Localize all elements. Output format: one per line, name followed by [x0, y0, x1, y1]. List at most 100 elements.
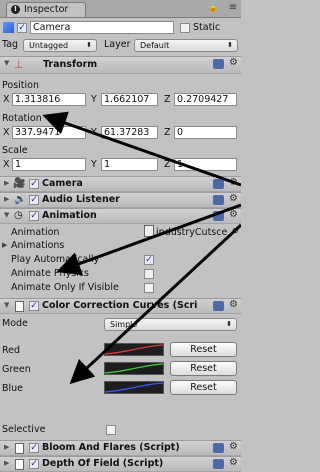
mode-dropdown[interactable]: Simple ⬍: [104, 318, 237, 331]
audio-listener-component-header[interactable]: ▶ 🔊 ✓ Audio Listener ⚙: [0, 192, 241, 208]
scale-x-field[interactable]: 1: [12, 158, 86, 171]
scale-z-field[interactable]: 1: [174, 158, 237, 171]
rotation-x-axis[interactable]: X: [3, 127, 10, 138]
color-correction-title: Color Correction Curves (Scri: [42, 300, 198, 311]
position-x-field[interactable]: 1.313816: [12, 93, 86, 106]
layer-dropdown[interactable]: Default ⬍: [134, 39, 238, 52]
animation-clip-field[interactable]: industryCutsce: [156, 227, 232, 238]
foldout-closed-icon[interactable]: ▶: [4, 195, 9, 203]
position-y-field[interactable]: 1.662107: [101, 93, 158, 106]
script-icon: [15, 459, 24, 470]
help-book-icon[interactable]: [213, 459, 224, 469]
color-correction-enabled-checkbox[interactable]: ✓: [29, 301, 39, 311]
tag-dropdown[interactable]: Untagged ⬍: [23, 39, 97, 52]
dof-enabled-checkbox[interactable]: ✓: [29, 459, 39, 469]
position-z-axis[interactable]: Z: [164, 94, 171, 105]
animate-visible-checkbox[interactable]: [144, 283, 154, 293]
gameobject-icon: [3, 22, 14, 33]
color-correction-component-header[interactable]: ▼ ✓ Color Correction Curves (Scri ⚙: [0, 298, 241, 314]
help-book-icon[interactable]: [213, 211, 224, 221]
lock-icon[interactable]: 🔒: [208, 3, 219, 13]
dropdown-arrow-icon: ⬍: [86, 41, 92, 49]
static-checkbox[interactable]: [180, 23, 190, 33]
foldout-closed-icon[interactable]: ▶: [4, 443, 9, 451]
gear-icon[interactable]: ⚙: [229, 57, 238, 68]
script-icon: [15, 443, 24, 454]
bloom-component-header[interactable]: ▶ ✓ Bloom And Flares (Script) ⚙: [0, 440, 241, 456]
red-curve-line: [105, 344, 163, 355]
green-curve-field[interactable]: [104, 362, 164, 375]
animate-visible-label: Animate Only If Visible: [11, 282, 119, 293]
foldout-closed-icon[interactable]: ▶: [2, 241, 7, 249]
scale-z-axis[interactable]: Z: [164, 159, 171, 170]
red-reset-button[interactable]: Reset: [170, 342, 237, 357]
gear-icon[interactable]: ⚙: [229, 177, 238, 188]
gear-icon[interactable]: ⚙: [229, 193, 238, 204]
help-book-icon[interactable]: [213, 195, 224, 205]
scale-x-axis[interactable]: X: [3, 159, 10, 170]
camera-enabled-checkbox[interactable]: ✓: [29, 179, 39, 189]
foldout-closed-icon[interactable]: ▶: [4, 179, 9, 187]
position-z-field[interactable]: 0.2709427: [174, 93, 237, 106]
green-curve-line: [105, 363, 163, 374]
position-x-axis[interactable]: X: [3, 94, 10, 105]
foldout-open-icon[interactable]: ▼: [4, 59, 9, 67]
rotation-y-axis[interactable]: Y: [91, 127, 97, 138]
audio-listener-title: Audio Listener: [42, 194, 120, 205]
rotation-z-field[interactable]: 0: [174, 126, 237, 139]
object-picker-icon[interactable]: ⊙: [232, 226, 239, 235]
info-icon: !: [11, 5, 20, 14]
green-label: Green: [2, 364, 31, 375]
animation-label: Animation: [11, 227, 60, 238]
dof-component-header[interactable]: ▶ ✓ Depth Of Field (Script) ⚙: [0, 456, 241, 472]
play-automatically-checkbox[interactable]: ✓: [144, 255, 154, 265]
gear-icon[interactable]: ⚙: [229, 209, 238, 220]
gear-icon[interactable]: ⚙: [229, 299, 238, 310]
animation-component-header[interactable]: ▼ ◷ ✓ Animation ⚙: [0, 208, 241, 224]
mode-value: Simple: [110, 320, 138, 329]
foldout-open-icon[interactable]: ▼: [4, 301, 9, 309]
foldout-closed-icon[interactable]: ▶: [4, 459, 9, 467]
red-curve-field[interactable]: [104, 343, 164, 356]
active-checkbox[interactable]: ✓: [17, 23, 27, 33]
animate-physics-checkbox[interactable]: [144, 269, 154, 279]
camera-icon: 🎥: [13, 178, 26, 189]
gear-icon[interactable]: ⚙: [229, 457, 238, 468]
blue-reset-button[interactable]: Reset: [170, 380, 237, 395]
camera-title: Camera: [42, 178, 83, 189]
blue-curve-field[interactable]: [104, 381, 164, 394]
camera-component-header[interactable]: ▶ 🎥 ✓ Camera ⚙: [0, 176, 241, 192]
foldout-open-icon[interactable]: ▼: [4, 211, 9, 219]
speaker-icon: 🔊: [14, 194, 27, 205]
rotation-y-field[interactable]: 61.37283: [101, 126, 158, 139]
transform-header[interactable]: ▼ ⊥ Transform ⚙: [0, 56, 241, 74]
script-icon: [15, 301, 24, 312]
tab-inspector[interactable]: ! Inspector: [6, 2, 86, 17]
tag-value: Untagged: [29, 41, 69, 50]
animation-enabled-checkbox[interactable]: ✓: [29, 211, 39, 221]
rotation-z-axis[interactable]: Z: [164, 127, 171, 138]
rotation-x-field[interactable]: 337.9471: [12, 126, 86, 139]
scale-y-axis[interactable]: Y: [91, 159, 97, 170]
selective-checkbox[interactable]: [106, 425, 116, 435]
help-book-icon[interactable]: [213, 301, 224, 311]
transform-icon: ⊥: [14, 58, 24, 71]
bloom-enabled-checkbox[interactable]: ✓: [29, 443, 39, 453]
dof-title: Depth Of Field (Script): [42, 458, 164, 469]
help-book-icon[interactable]: [213, 179, 224, 189]
help-book-icon[interactable]: [213, 59, 224, 69]
help-book-icon[interactable]: [213, 443, 224, 453]
tab-bar: ! Inspector 🔒 ≡: [0, 0, 241, 18]
gear-icon[interactable]: ⚙: [229, 441, 238, 452]
rotation-label: Rotation: [2, 113, 42, 124]
clock-icon: ◷: [14, 210, 23, 221]
position-y-axis[interactable]: Y: [91, 94, 97, 105]
animations-label[interactable]: Animations: [11, 240, 64, 251]
audio-listener-enabled-checkbox[interactable]: ✓: [29, 195, 39, 205]
scale-y-field[interactable]: 1: [101, 158, 158, 171]
layer-label: Layer: [104, 39, 131, 50]
object-name-input[interactable]: Camera: [30, 21, 174, 34]
menu-icon[interactable]: ≡: [229, 2, 237, 13]
green-reset-button[interactable]: Reset: [170, 361, 237, 376]
red-label: Red: [2, 345, 21, 356]
